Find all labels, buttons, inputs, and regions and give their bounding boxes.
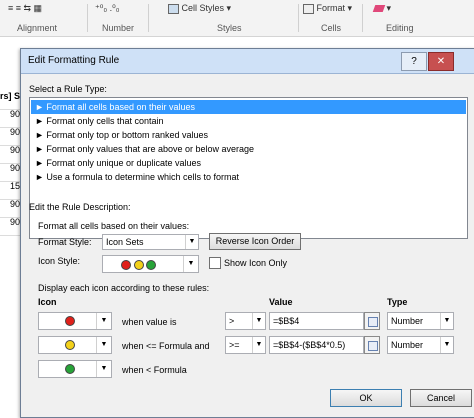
rule-1-condition: when value is	[122, 317, 177, 327]
rule-type-label: Format only unique or duplicate values	[46, 158, 202, 168]
yellow-circle-icon	[133, 259, 144, 270]
type-value: Number	[391, 340, 424, 350]
red-circle-icon	[65, 316, 75, 326]
sheet-column: rs] S 90 90 90 90 15 90 90	[0, 37, 20, 416]
operator-1-dropdown[interactable]: > ▼	[225, 312, 266, 330]
display-rules-label: Display each icon according to these rul…	[38, 283, 210, 293]
number-format-icons[interactable]: ⁺⁰₀ .⁰₀	[95, 3, 119, 14]
cancel-button[interactable]: Cancel	[410, 389, 472, 407]
group-cells: Cells	[321, 23, 342, 33]
rule-type-label: Format all cells based on their values	[46, 102, 195, 112]
chevron-down-icon: ▼	[96, 361, 111, 377]
group-styles: Styles	[217, 23, 242, 33]
range-selector-icon[interactable]	[364, 312, 380, 330]
divider	[148, 4, 149, 32]
value-column-header: Value	[269, 297, 293, 307]
sheet-cell[interactable]: 90	[0, 163, 20, 182]
format-label: Format	[316, 3, 346, 13]
format-style-dropdown[interactable]: Icon Sets ▼	[102, 234, 199, 250]
sheet-cell[interactable]: 90	[0, 217, 20, 236]
value-1-input[interactable]: =$B$4	[269, 312, 364, 330]
icon-rule-2-dropdown[interactable]: ▼	[38, 336, 112, 354]
format-style-value: Icon Sets	[106, 237, 144, 247]
chevron-down-icon: ▼	[440, 337, 453, 353]
format-button[interactable]: Format ▾	[303, 3, 352, 14]
cell-styles-icon	[168, 3, 179, 14]
operator-value: >	[229, 316, 235, 326]
ok-button[interactable]: OK	[330, 389, 402, 407]
chevron-down-icon: ▼	[185, 235, 198, 249]
close-button[interactable]: ✕	[428, 52, 454, 71]
sheet-cell[interactable]: 90	[0, 127, 20, 146]
group-alignment: Alignment	[17, 23, 58, 33]
clear-button[interactable]: ▾	[372, 3, 391, 14]
rule-type-item[interactable]: ► Format only unique or duplicate values	[31, 156, 466, 170]
chevron-down-icon: ▼	[183, 256, 198, 272]
range-selector-icon[interactable]	[364, 336, 380, 354]
dialog-title: Edit Formatting Rule	[28, 55, 120, 66]
divider	[298, 4, 299, 32]
chevron-down-icon: ▼	[96, 313, 111, 329]
operator-2-dropdown[interactable]: >= ▼	[225, 336, 266, 354]
rule-type-item[interactable]: ► Format only top or bottom ranked value…	[31, 128, 466, 142]
rule-type-item[interactable]: ► Format all cells based on their values	[31, 100, 466, 114]
sheet-cell[interactable]: 15	[0, 181, 20, 200]
type-column-header: Type	[387, 297, 408, 307]
chevron-down-icon: ▼	[440, 313, 453, 329]
traffic-lights-icon	[121, 259, 157, 270]
icon-column-header: Icon	[38, 297, 57, 307]
cell-styles-label: Cell Styles	[181, 3, 225, 13]
sheet-cell[interactable]: 90	[0, 145, 20, 164]
rule-type-list: ► Format all cells based on their values…	[29, 97, 468, 239]
rule-type-label: Format only values that are above or bel…	[46, 144, 255, 154]
edit-description-label: Edit the Rule Description:	[29, 202, 131, 212]
cell-styles-button[interactable]: Cell Styles ▾	[168, 3, 231, 14]
rule-type-label: Use a formula to determine which cells t…	[46, 172, 239, 182]
rule-type-item[interactable]: ► Format only values that are above or b…	[31, 142, 466, 156]
yellow-circle-icon	[65, 340, 75, 350]
ribbon: ≡ ≡ ⇆ ▦ ⁺⁰₀ .⁰₀ Cell Styles ▾ Format ▾ ▾…	[0, 0, 474, 37]
green-circle-icon	[65, 364, 75, 374]
format-style-label: Format Style:	[38, 237, 92, 247]
rule-2-condition: when <= Formula and	[122, 341, 210, 351]
icon-rule-3-dropdown[interactable]: ▼	[38, 360, 112, 378]
rule-type-item[interactable]: ► Format only cells that contain	[31, 114, 466, 128]
select-rule-type-label: Select a Rule Type:	[29, 84, 107, 94]
icon-style-label: Icon Style:	[38, 256, 81, 266]
alignment-icons[interactable]: ≡ ≡ ⇆ ▦	[8, 3, 42, 14]
chevron-down-icon: ▼	[252, 337, 265, 353]
reverse-icon-order-button[interactable]: Reverse Icon Order	[209, 233, 301, 250]
help-button[interactable]: ?	[401, 52, 427, 71]
value-2-input[interactable]: =$B$4-($B$4*0.5)	[269, 336, 364, 354]
type-1-dropdown[interactable]: Number ▼	[387, 312, 454, 330]
rule-type-label: Format only top or bottom ranked values	[46, 130, 208, 140]
operator-value: >=	[229, 340, 240, 350]
show-icon-only-label: Show Icon Only	[224, 258, 288, 268]
group-number: Number	[102, 23, 135, 33]
dialog-titlebar[interactable]: Edit Formatting Rule ? ✕	[21, 49, 474, 74]
rule-type-label: Format only cells that contain	[46, 116, 164, 126]
red-circle-icon	[121, 259, 131, 270]
divider	[87, 4, 88, 32]
eraser-icon	[372, 5, 386, 13]
format-icon	[303, 3, 314, 14]
rule-type-item[interactable]: ► Use a formula to determine which cells…	[31, 170, 466, 184]
icon-rule-1-dropdown[interactable]: ▼	[38, 312, 112, 330]
chevron-down-icon: ▼	[96, 337, 111, 353]
rule-3-condition: when < Formula	[122, 365, 187, 375]
green-circle-icon	[146, 259, 157, 270]
sheet-cell[interactable]: 90	[0, 199, 20, 218]
icon-style-dropdown[interactable]: ▼	[102, 255, 199, 273]
header-cell[interactable]: rs] S	[0, 91, 20, 110]
description-heading: Format all cells based on their values:	[38, 221, 190, 231]
show-icon-only-checkbox[interactable]	[209, 257, 221, 269]
type-value: Number	[391, 316, 424, 326]
group-editing: Editing	[386, 23, 414, 33]
chevron-down-icon: ▼	[252, 313, 265, 329]
sheet-cell[interactable]: 90	[0, 109, 20, 128]
divider	[362, 4, 363, 32]
edit-formatting-rule-dialog: Edit Formatting Rule ? ✕ Select a Rule T…	[20, 48, 474, 418]
type-2-dropdown[interactable]: Number ▼	[387, 336, 454, 354]
